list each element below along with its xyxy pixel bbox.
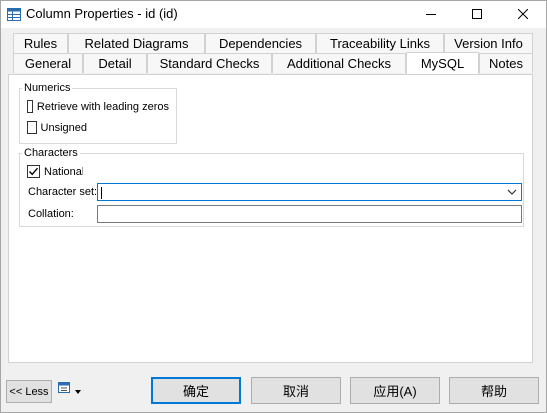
unsigned-label: Unsigned bbox=[40, 121, 87, 134]
ok-button[interactable]: 确定 bbox=[151, 377, 241, 404]
tab-version-info[interactable]: Version Info bbox=[444, 33, 533, 53]
maximize-button[interactable] bbox=[454, 1, 500, 28]
tab-detail[interactable]: Detail bbox=[83, 53, 147, 73]
retrieve-zeros-box[interactable] bbox=[27, 100, 33, 113]
unsigned-box[interactable] bbox=[27, 121, 37, 134]
chevron-down-icon[interactable] bbox=[507, 187, 517, 200]
text-caret bbox=[101, 187, 102, 199]
window-title: Column Properties - id (id) bbox=[26, 6, 178, 21]
national-box[interactable] bbox=[27, 165, 40, 178]
less-button[interactable]: << Less bbox=[6, 380, 52, 403]
properties-icon bbox=[58, 381, 72, 399]
numerics-group bbox=[19, 88, 177, 144]
table-properties-icon bbox=[7, 8, 21, 21]
dropdown-arrow-icon bbox=[75, 381, 81, 399]
help-button[interactable]: 帮助 bbox=[449, 377, 539, 404]
checkmark-icon bbox=[28, 167, 39, 176]
retrieve-zeros-checkbox[interactable]: Retrieve with leading zeros bbox=[27, 100, 169, 113]
cancel-button[interactable]: 取消 bbox=[251, 377, 341, 404]
title-bar: Column Properties - id (id) bbox=[1, 1, 546, 28]
charset-label: Character set: bbox=[28, 186, 98, 198]
tab-rules[interactable]: Rules bbox=[13, 33, 68, 53]
numerics-group-title: Numerics bbox=[22, 82, 73, 94]
unsigned-checkbox[interactable]: Unsigned bbox=[27, 121, 87, 134]
apply-button[interactable]: 应用(A) bbox=[350, 377, 440, 404]
maximize-icon bbox=[472, 6, 482, 24]
tab-dependencies[interactable]: Dependencies bbox=[205, 33, 316, 53]
national-checkbox[interactable]: National bbox=[27, 165, 83, 178]
national-label: National bbox=[44, 165, 83, 178]
close-icon bbox=[517, 6, 529, 24]
close-button[interactable] bbox=[500, 1, 546, 28]
tab-mysql[interactable]: MySQL bbox=[406, 52, 479, 74]
tab-traceability-links[interactable]: Traceability Links bbox=[316, 33, 444, 53]
minimize-icon bbox=[426, 6, 436, 24]
column-properties-dialog: Column Properties - id (id) Rules Relate… bbox=[0, 0, 547, 413]
tab-notes[interactable]: Notes bbox=[479, 53, 533, 73]
minimize-button[interactable] bbox=[408, 1, 454, 28]
mysql-tab-panel: Numerics Retrieve with leading zeros Uns… bbox=[8, 74, 533, 363]
tab-standard-checks[interactable]: Standard Checks bbox=[147, 53, 272, 73]
collation-input[interactable] bbox=[97, 205, 522, 223]
properties-menu-button[interactable] bbox=[58, 381, 82, 399]
collation-label: Collation: bbox=[28, 208, 74, 220]
charset-combobox[interactable] bbox=[97, 183, 522, 201]
tab-strip: Rules Related Diagrams Dependencies Trac… bbox=[8, 33, 533, 77]
tab-additional-checks[interactable]: Additional Checks bbox=[272, 53, 406, 73]
characters-group-title: Characters bbox=[22, 147, 80, 159]
tab-related-diagrams[interactable]: Related Diagrams bbox=[68, 33, 205, 53]
retrieve-zeros-label: Retrieve with leading zeros bbox=[36, 100, 169, 113]
dialog-footer: << Less 确定 取消 应用(A) 帮助 bbox=[1, 367, 546, 412]
tab-general[interactable]: General bbox=[13, 53, 83, 73]
